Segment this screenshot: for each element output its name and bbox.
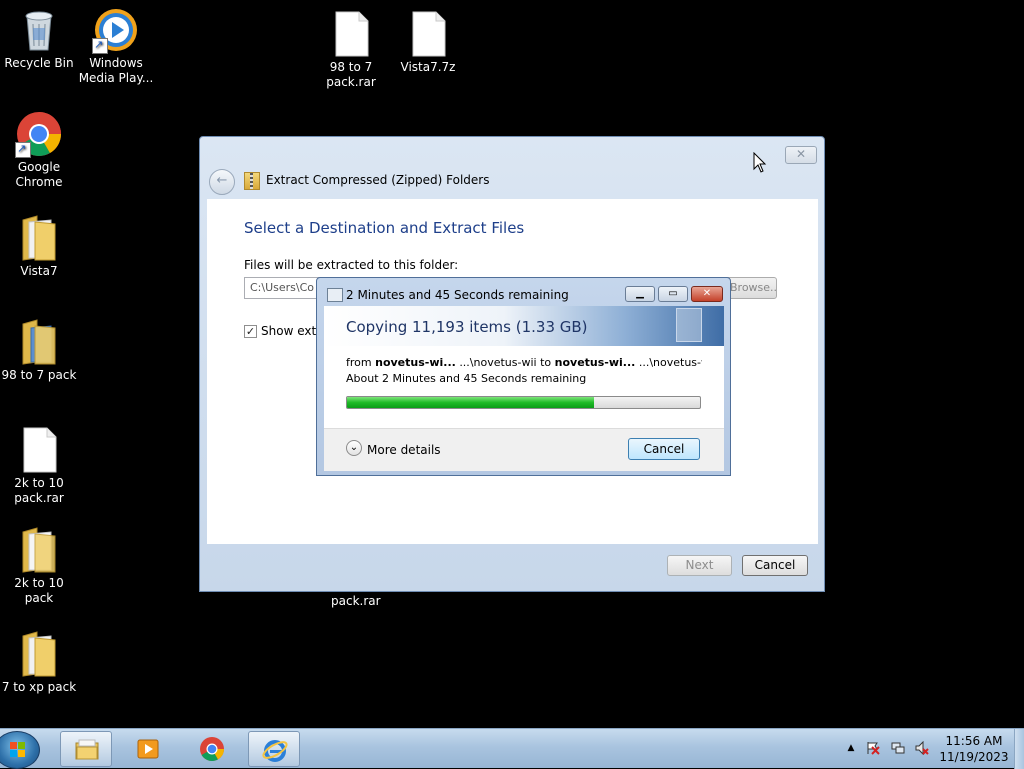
show-extracted-checkbox[interactable]: ✓ — [244, 325, 257, 338]
shortcut-arrow-icon — [92, 37, 108, 54]
show-hidden-icons-button[interactable]: ▲ — [844, 741, 858, 755]
destination-link[interactable]: novetus-wi... — [555, 356, 636, 369]
banner-decoration — [676, 308, 702, 342]
desktop-icon-label-partial: pack.rar — [331, 594, 381, 608]
start-button[interactable] — [0, 731, 40, 769]
close-button[interactable]: ✕ — [691, 286, 723, 302]
show-desktop-button[interactable] — [1014, 729, 1024, 769]
back-button[interactable]: ← — [209, 169, 235, 195]
chrome-icon — [15, 110, 63, 158]
progress-bar — [346, 396, 701, 409]
folder-icon — [15, 318, 63, 366]
dialog-footer: ⌄ More details Cancel — [324, 428, 724, 471]
recycle-bin-icon — [15, 6, 63, 54]
wizard-cancel-button[interactable]: Cancel — [742, 555, 808, 576]
source-link[interactable]: novetus-wi... — [375, 356, 456, 369]
desktop-icon-vista7-7z[interactable]: Vista7.7z — [390, 10, 466, 75]
folder-icon — [15, 214, 63, 262]
folder-icon — [15, 526, 63, 574]
flag-icon[interactable] — [866, 741, 880, 755]
desktop-icon-label: Recycle Bin — [4, 56, 74, 70]
desktop-icon-2k-to-10-pack-folder[interactable]: 2k to 10 pack — [1, 526, 77, 606]
desktop-icon-media-player[interactable]: Windows Media Play... — [78, 6, 154, 86]
dialog-title: 2 Minutes and 45 Seconds remaining — [346, 288, 569, 302]
source-path: ...\novetus-wii — [459, 356, 537, 369]
blank-file-icon — [404, 10, 452, 58]
desktop-icon-label: Google Chrome — [15, 160, 63, 189]
internet-explorer-icon — [262, 740, 288, 762]
volume-muted-icon[interactable] — [915, 741, 929, 755]
taskbar-explorer-button[interactable] — [60, 731, 112, 767]
desktop-icon-label: 98 to 7 pack.rar — [326, 60, 376, 89]
next-button[interactable]: Next — [667, 555, 732, 576]
taskbar-ie-button[interactable] — [248, 731, 300, 767]
desktop-icon-98-to-7-pack-folder[interactable]: 98 to 7 pack — [1, 318, 77, 383]
destination-label: Files will be extracted to this folder: — [244, 258, 459, 272]
desktop-icon-label: 2k to 10 pack.rar — [14, 476, 64, 505]
minimize-button[interactable]: ▁ — [625, 286, 655, 302]
network-icon[interactable] — [891, 741, 905, 755]
desktop-icon-google-chrome[interactable]: Google Chrome — [1, 110, 77, 190]
to-word: to — [540, 356, 552, 369]
copy-icon — [327, 288, 343, 302]
window-title: Extract Compressed (Zipped) Folders — [266, 173, 490, 187]
desktop-icon-label: 2k to 10 pack — [14, 576, 64, 605]
maximize-button[interactable]: ▭ — [658, 286, 688, 302]
desktop-icon-label: Windows Media Play... — [78, 56, 154, 85]
system-clock[interactable]: 11:56 AM 11/19/2023 — [938, 733, 1010, 765]
taskbar: ▲ 11:56 AM 11/19/2023 — [0, 728, 1024, 769]
copy-summary: Copying 11,193 items (1.33 GB) — [346, 318, 588, 336]
time-remaining: About 2 Minutes and 45 Seconds remaining — [346, 372, 587, 385]
from-word: from — [346, 356, 372, 369]
desktop-icon-label: Vista7.7z — [400, 60, 456, 74]
desktop-icon-recycle-bin[interactable]: Recycle Bin — [1, 6, 77, 71]
more-details-button[interactable]: More details — [367, 443, 441, 457]
show-extracted-label: Show extracted files when complete — [261, 324, 317, 338]
chrome-icon — [200, 737, 224, 762]
desktop-icon-label: 7 to xp pack — [1, 680, 77, 694]
desktop-icon-2k-to-10-rar[interactable]: 2k to 10 pack.rar — [1, 426, 77, 506]
file-explorer-icon — [75, 739, 99, 760]
media-player-icon — [137, 739, 159, 759]
close-button[interactable]: ✕ — [785, 146, 817, 164]
clock-date: 11/19/2023 — [939, 750, 1009, 764]
windows-logo-icon — [10, 742, 26, 758]
mouse-cursor-icon — [753, 152, 767, 173]
copy-body: from novetus-wi... ...\novetus-wii to no… — [324, 346, 724, 428]
blank-file-icon — [15, 426, 63, 474]
progress-fill — [347, 397, 595, 408]
page-heading: Select a Destination and Extract Files — [244, 219, 525, 237]
clock-time: 11:56 AM — [945, 734, 1003, 748]
desktop-icon-label: 98 to 7 pack — [1, 368, 77, 382]
copy-banner: Copying 11,193 items (1.33 GB) — [324, 306, 724, 346]
taskbar-chrome-button[interactable] — [186, 731, 238, 767]
media-player-icon — [92, 6, 140, 54]
folder-icon — [15, 630, 63, 678]
desktop-icon-7-to-xp-pack-folder[interactable]: 7 to xp pack — [1, 630, 77, 695]
zip-folder-icon — [244, 172, 260, 190]
taskbar-media-player-button[interactable] — [122, 731, 174, 767]
expand-chevron-icon[interactable]: ⌄ — [346, 440, 362, 456]
copy-progress-dialog: 2 Minutes and 45 Seconds remaining ▁ ▭ ✕… — [316, 277, 731, 476]
desktop-icon-label: Vista7 — [20, 264, 58, 278]
shortcut-arrow-icon — [15, 141, 31, 158]
destination-path: ...\novetus-wi — [638, 356, 702, 369]
desktop-icon-98-to-7-rar[interactable]: 98 to 7 pack.rar — [313, 10, 389, 90]
desktop-icon-vista7-folder[interactable]: Vista7 — [1, 214, 77, 279]
copy-cancel-button[interactable]: Cancel — [628, 438, 700, 460]
copy-from-to-line: from novetus-wi... ...\novetus-wii to no… — [346, 356, 702, 369]
blank-file-icon — [327, 10, 375, 58]
